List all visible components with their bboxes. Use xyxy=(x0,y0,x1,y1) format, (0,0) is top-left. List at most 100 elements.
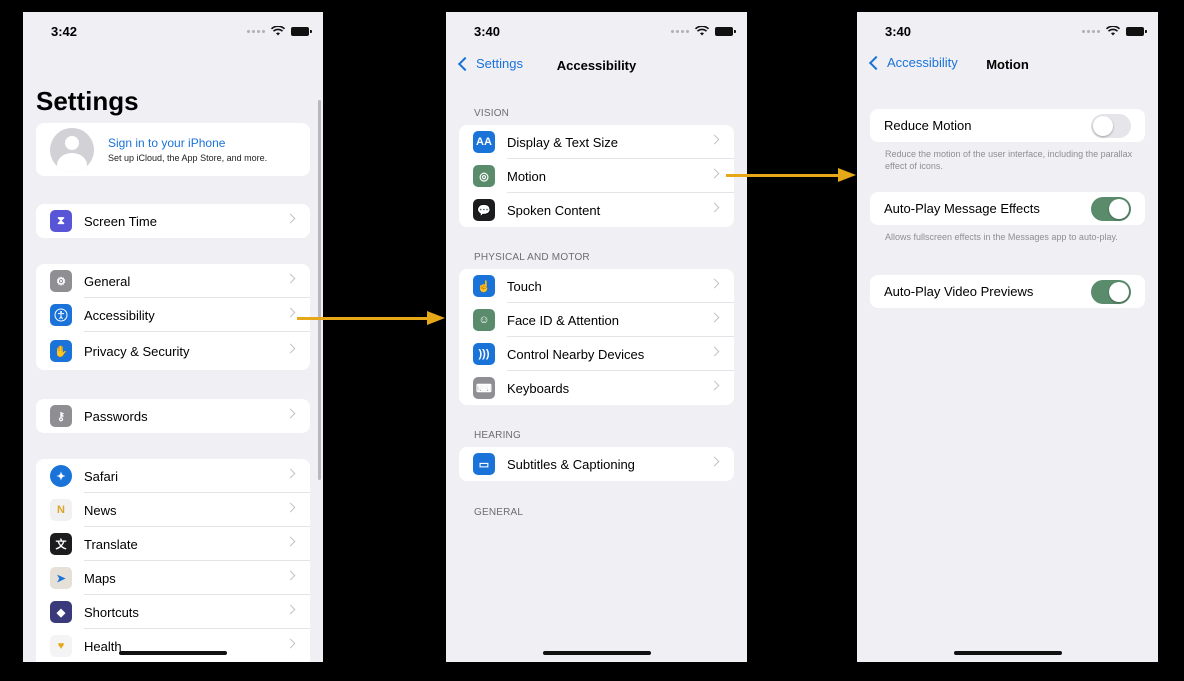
setting-label: Auto-Play Video Previews xyxy=(884,284,1034,299)
shortcuts-icon: ◆ xyxy=(50,601,72,623)
heart-icon: ♥ xyxy=(50,635,72,657)
status-time: 3:40 xyxy=(474,24,501,39)
settings-item-shortcuts[interactable]: ◆ Shortcuts xyxy=(36,595,310,629)
a11y-item-label: Keyboards xyxy=(507,380,570,396)
page-title: Motion xyxy=(986,57,1029,72)
page-title: Accessibility xyxy=(556,58,637,73)
a11y-item-label: Subtitles & Captioning xyxy=(507,456,635,472)
setting-auto-play-message-effects: Auto-Play Message Effects xyxy=(870,192,1145,225)
gear-icon: ⚙ xyxy=(50,270,72,292)
a11y-item-face-id[interactable]: ☺ Face ID & Attention xyxy=(459,303,734,337)
a11y-item-subtitles[interactable]: ▭ Subtitles & Captioning xyxy=(459,447,734,481)
a11y-item-display-text-size[interactable]: AA Display & Text Size xyxy=(459,125,734,159)
status-bar: 3:40 xyxy=(857,12,1158,48)
signal-icon xyxy=(1082,29,1100,33)
a11y-item-motion[interactable]: ◎ Motion xyxy=(459,159,734,193)
section-header-vision: VISION xyxy=(474,108,510,119)
settings-item-maps[interactable]: ➤ Maps xyxy=(36,561,310,595)
avatar xyxy=(50,127,94,172)
key-icon: ⚷ xyxy=(50,405,72,427)
nav-bar: Settings Accessibility xyxy=(446,56,747,86)
setting-reduce-motion: Reduce Motion xyxy=(870,109,1145,142)
a11y-item-spoken-content[interactable]: 💬 Spoken Content xyxy=(459,193,734,227)
home-indicator[interactable] xyxy=(542,651,651,655)
status-time: 3:42 xyxy=(51,24,78,39)
settings-item-translate[interactable]: 文 Translate xyxy=(36,527,310,561)
sign-in-card[interactable]: Sign in to your iPhone Set up iCloud, th… xyxy=(36,123,310,176)
settings-item-screen-time[interactable]: ⧗ Screen Time xyxy=(36,204,310,238)
wifi-icon xyxy=(271,26,285,36)
accessibility-screen: 3:40 Settings Accessibility VISION AA Di… xyxy=(446,12,747,662)
home-indicator[interactable] xyxy=(953,651,1062,655)
page-title: Settings xyxy=(36,86,139,116)
a11y-item-label: Touch xyxy=(507,278,542,294)
settings-item-privacy[interactable]: ✋ Privacy & Security xyxy=(36,332,310,370)
settings-item-label: Shortcuts xyxy=(84,604,139,620)
settings-item-accessibility[interactable]: Accessibility xyxy=(36,298,310,332)
arrow-to-motion xyxy=(726,168,856,182)
settings-item-label: Passwords xyxy=(84,408,148,424)
status-bar: 3:40 xyxy=(446,12,747,48)
settings-item-label: Accessibility xyxy=(84,307,155,323)
a11y-item-label: Motion xyxy=(507,168,547,184)
a11y-item-touch[interactable]: ☝ Touch xyxy=(459,269,734,303)
settings-item-label: News xyxy=(84,502,117,518)
keyboard-icon: ⌨ xyxy=(473,377,495,399)
vision-group: AA Display & Text Size ◎ Motion 💬 Spoken… xyxy=(459,125,734,227)
settings-screen: 3:42 Settings Sign in to your iPhone Set… xyxy=(23,12,323,662)
passwords-group: ⚷ Passwords xyxy=(36,399,310,433)
setting-auto-play-video-previews: Auto-Play Video Previews xyxy=(870,275,1145,308)
wifi-icon xyxy=(1106,26,1120,36)
physical-motor-group: ☝ Touch ☺ Face ID & Attention ))) Contro… xyxy=(459,269,734,405)
translate-icon: 文 xyxy=(50,533,72,555)
setting-note: Reduce the motion of the user interface,… xyxy=(885,149,1133,171)
video-previews-group: Auto-Play Video Previews xyxy=(870,275,1145,308)
settings-item-label: Privacy & Security xyxy=(84,343,190,359)
status-bar: 3:42 xyxy=(23,12,323,48)
settings-item-health[interactable]: ♥ Health xyxy=(36,629,310,662)
settings-item-news[interactable]: N News xyxy=(36,493,310,527)
settings-item-label: Translate xyxy=(84,536,138,552)
map-icon: ➤ xyxy=(50,567,72,589)
setting-note: Allows fullscreen effects in the Message… xyxy=(885,232,1118,242)
battery-icon xyxy=(291,26,312,36)
captions-icon: ▭ xyxy=(473,453,495,475)
status-time: 3:40 xyxy=(885,24,912,39)
message-effects-toggle[interactable] xyxy=(1091,196,1131,221)
screen-time-group: ⧗ Screen Time xyxy=(36,204,310,238)
section-header-physical: PHYSICAL AND MOTOR xyxy=(474,252,590,263)
settings-item-label: Maps xyxy=(84,570,116,586)
video-previews-toggle[interactable] xyxy=(1091,279,1131,304)
a11y-item-control-nearby[interactable]: ))) Control Nearby Devices xyxy=(459,337,734,371)
section-header-hearing: HEARING xyxy=(474,430,521,441)
motion-screen: 3:40 Accessibility Motion Reduce Motion … xyxy=(857,12,1158,662)
text-size-icon: AA xyxy=(473,131,495,153)
a11y-item-keyboards[interactable]: ⌨ Keyboards xyxy=(459,371,734,405)
compass-icon: ✦ xyxy=(50,465,72,487)
reduce-motion-group: Reduce Motion xyxy=(870,109,1145,142)
settings-item-general[interactable]: ⚙ General xyxy=(36,264,310,298)
hearing-group: ▭ Subtitles & Captioning xyxy=(459,447,734,481)
a11y-item-label: Display & Text Size xyxy=(507,134,619,150)
signal-icon xyxy=(671,29,689,33)
speech-bubble-icon: 💬 xyxy=(473,199,495,221)
settings-item-label: General xyxy=(84,273,131,289)
sign-in-title: Sign in to your iPhone xyxy=(108,136,226,150)
home-indicator[interactable] xyxy=(119,651,227,655)
face-id-icon: ☺ xyxy=(473,309,495,331)
reduce-motion-toggle[interactable] xyxy=(1091,113,1131,138)
hourglass-icon: ⧗ xyxy=(50,210,72,232)
hand-pointer-icon: ☝ xyxy=(473,275,495,297)
a11y-item-label: Face ID & Attention xyxy=(507,312,620,328)
wifi-icon xyxy=(695,26,709,36)
apps-group: ✦ Safari N News 文 Translate ➤ Maps ◆ Sho… xyxy=(36,459,310,662)
settings-item-label: Screen Time xyxy=(84,213,157,229)
settings-item-safari[interactable]: ✦ Safari xyxy=(36,459,310,493)
scroll-indicator[interactable] xyxy=(318,100,321,480)
nav-bar: Accessibility Motion xyxy=(857,55,1158,85)
a11y-item-label: Spoken Content xyxy=(507,202,601,218)
settings-item-passwords[interactable]: ⚷ Passwords xyxy=(36,399,310,433)
general-group: ⚙ General Accessibility ✋ Privacy & Secu… xyxy=(36,264,310,370)
setting-label: Reduce Motion xyxy=(884,118,972,133)
a11y-item-label: Control Nearby Devices xyxy=(507,346,645,362)
